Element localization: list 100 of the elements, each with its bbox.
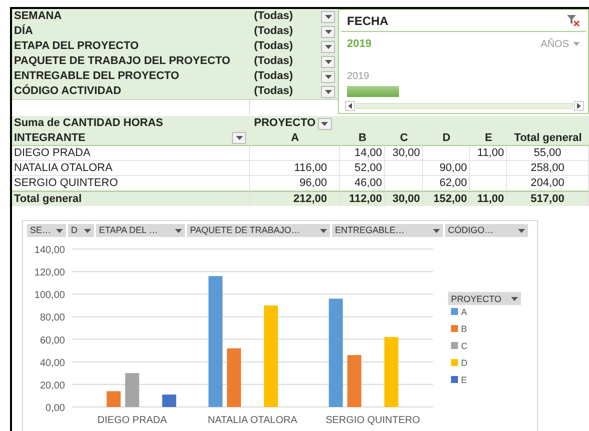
column-header: D xyxy=(442,130,452,146)
x-axis-label: DIEGO PRADA xyxy=(97,415,167,426)
x-axis-label: NATALIA OTALORA xyxy=(208,415,298,426)
column-header: E xyxy=(484,130,494,146)
caret-icon xyxy=(84,228,91,232)
row-label: NATALIA OTALORA xyxy=(12,161,250,175)
slicer-title: FECHA xyxy=(347,12,388,30)
legend-label: B xyxy=(461,324,468,334)
filter-value: (Todas) xyxy=(253,84,294,100)
caret-icon xyxy=(56,228,63,232)
filter-dropdown-button[interactable] xyxy=(321,10,335,22)
caret-icon xyxy=(321,122,328,126)
clear-filter-icon[interactable] xyxy=(567,14,580,26)
bar xyxy=(106,391,121,407)
table-cell: 90,00 xyxy=(423,161,470,175)
filter-dropdown-button[interactable] xyxy=(321,40,335,52)
filter-label: DÍA xyxy=(13,23,34,40)
row-field-button[interactable]: INTEGRANTE xyxy=(12,130,250,146)
scroll-right-icon[interactable] xyxy=(574,101,584,111)
filter-value: (Todas) xyxy=(253,39,294,54)
filter-value: (Todas) xyxy=(253,69,294,84)
filter-dropdown-button[interactable] xyxy=(321,70,335,82)
caret-icon xyxy=(236,136,242,140)
pivot-value-field: Suma de CANTIDAD HORAS xyxy=(12,115,250,132)
table-cell: 52,00 xyxy=(340,161,385,175)
table-cell: 14,00 xyxy=(340,146,385,160)
filter-dropdown-button[interactable] xyxy=(321,26,335,38)
scroll-left-icon[interactable] xyxy=(345,101,355,111)
caret-icon xyxy=(324,60,332,64)
chart-field-button[interactable]: PAQUETE DE TRABAJO… xyxy=(187,224,330,237)
bar xyxy=(125,373,140,407)
filter-label: ENTREGABLE DEL PROYECTO xyxy=(13,69,180,84)
filter-value: (Todas) xyxy=(253,24,294,40)
y-axis-label: 60,00 xyxy=(40,335,65,346)
grand-total-label: Total general xyxy=(12,192,250,206)
column-header: B xyxy=(358,130,368,146)
table-cell: 116,00 xyxy=(250,161,340,175)
y-axis-label: 80,00 xyxy=(40,312,65,324)
timeline-year-label: 2019 xyxy=(346,70,370,84)
filter-dropdown-button[interactable] xyxy=(321,86,335,98)
bar xyxy=(347,355,362,407)
filter-label: ETAPA DEL PROYECTO xyxy=(13,39,140,54)
caret-icon xyxy=(573,42,580,46)
x-axis-label: SERGIO QUINTERO xyxy=(326,415,420,426)
table-cell: 62,00 xyxy=(423,176,470,190)
caret-icon xyxy=(324,44,332,48)
total-cell: 30,00 xyxy=(385,192,423,206)
legend-field-button[interactable]: PROYECTO xyxy=(448,292,521,305)
row-label: SERGIO QUINTERO xyxy=(12,176,250,190)
table-cell: 46,00 xyxy=(340,176,385,190)
total-cell: 11,00 xyxy=(470,192,507,206)
caret-icon xyxy=(518,228,525,232)
y-axis-label: 120,00 xyxy=(34,268,65,279)
table-cell: 96,00 xyxy=(250,176,340,190)
filter-dropdown-button[interactable] xyxy=(321,56,335,68)
caret-icon xyxy=(324,74,332,78)
filter-value: (Todas) xyxy=(253,9,294,24)
bar xyxy=(384,337,398,407)
filter-label: CÓDIGO ACTIVIDAD xyxy=(13,83,122,100)
total-cell: 212,00 xyxy=(250,192,340,206)
bar xyxy=(227,348,241,407)
column-header: A xyxy=(290,130,300,146)
column-header: Total general xyxy=(513,130,583,146)
y-axis-label: 0,00 xyxy=(46,403,65,414)
selected-period: 2019 xyxy=(347,37,372,52)
y-axis-label: 140,00 xyxy=(34,245,65,256)
legend-label: A xyxy=(461,307,468,317)
y-axis-label: 100,00 xyxy=(34,290,65,302)
row-label: DIEGO PRADA xyxy=(12,146,250,160)
timeline-slicer[interactable]: FECHA 2019 AÑOS 2019 xyxy=(338,9,589,114)
table-cell: 204,00 xyxy=(507,176,589,190)
chart-field-button[interactable]: CÓDIGO… xyxy=(445,224,528,237)
legend-label: D xyxy=(461,358,468,368)
total-cell: 112,00 xyxy=(340,192,385,206)
filter-value: (Todas) xyxy=(253,54,294,70)
table-cell: 258,00 xyxy=(507,161,589,175)
total-cell: 517,00 xyxy=(507,192,589,206)
y-axis-label: 40,00 xyxy=(40,358,65,369)
total-cell: 152,00 xyxy=(423,192,470,206)
legend-label: C xyxy=(461,341,468,351)
caret-icon xyxy=(175,228,182,232)
caret-icon xyxy=(324,30,332,34)
filter-label: PAQUETE DE TRABAJO DEL PROYECTO xyxy=(13,54,232,70)
table-cell: 30,00 xyxy=(385,146,423,160)
legend-label: E xyxy=(461,375,468,385)
chart-field-button[interactable]: SE… xyxy=(27,224,66,237)
table-cell: 11,00 xyxy=(470,146,507,160)
bar xyxy=(162,394,176,407)
caret-icon xyxy=(324,90,332,94)
timeline-period-bar[interactable] xyxy=(347,86,399,96)
scrollbar-track[interactable] xyxy=(356,103,573,109)
column-field-button[interactable]: PROYECTO xyxy=(250,115,332,132)
caret-icon xyxy=(320,228,327,232)
chart-field-button[interactable]: ETAPA DEL … xyxy=(96,224,185,237)
chart-field-button[interactable]: D xyxy=(68,224,94,237)
table-cell: 55,00 xyxy=(507,146,589,160)
caret-icon xyxy=(324,14,332,18)
caret-icon xyxy=(433,228,440,232)
y-axis-label: 20,00 xyxy=(40,380,65,392)
chart-field-button[interactable]: ENTREGABLE… xyxy=(332,224,443,237)
